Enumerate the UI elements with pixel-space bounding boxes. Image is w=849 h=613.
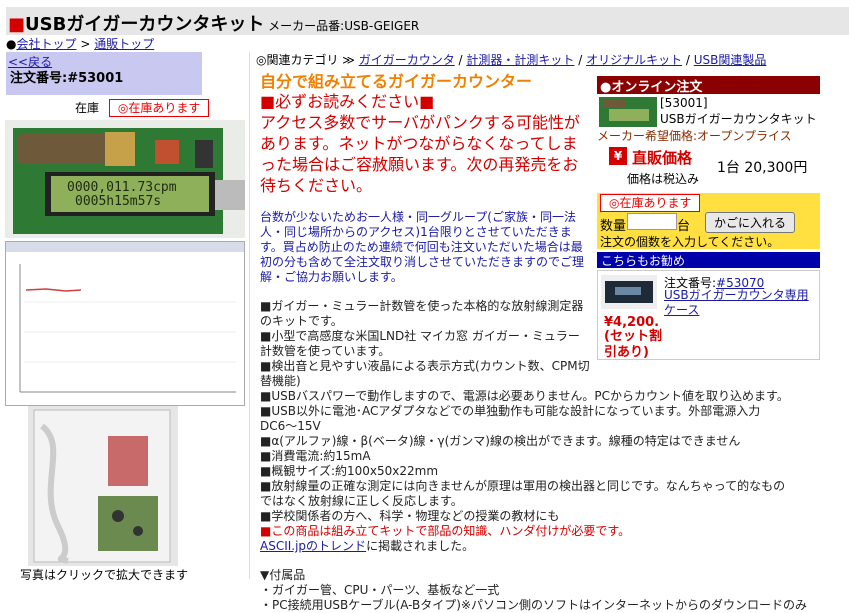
feature-item: ■ガイガー・ミュラー計数管を使った本格的な放射線測定器のキットです。 <box>260 299 584 328</box>
order-stock-badge: ◎在庫あります <box>600 194 701 212</box>
related-categories: ◎関連カテゴリ ≫ ガイガーカウンタ / 計測器・計測キット / オリジナルキッ… <box>256 51 766 68</box>
maker-price: メーカー希望価格:オープンプライス <box>597 129 792 143</box>
lcd-line-1: 0000,011.73cpm <box>67 180 177 195</box>
breadcrumb-sep: > <box>76 37 95 51</box>
quantity-unit: 台 <box>677 219 691 234</box>
server-notice: アクセス多数でサーバがパンクする可能性があります。ネットがつながらなくなってしま… <box>260 113 580 195</box>
kit-bag-image <box>28 406 178 566</box>
cart-box: ◎在庫あります 数量 台 かごに入れる 注文の個数を入力してください。 <box>597 193 820 249</box>
tax-note: 価格は税込み <box>627 172 700 186</box>
feature-item: ■USBバスパワーで動作しますので、電源は必要ありません。PCからカウント値を取… <box>260 389 789 403</box>
feature-item: ■消費電流:約15mA <box>260 449 371 463</box>
ascii-trend-link[interactable]: ASCII.jpのトレンド <box>260 539 366 553</box>
photo-caption: 写真はクリックで拡大できます <box>20 568 189 582</box>
yen-icon: ¥ <box>609 147 627 165</box>
ascii-mention: ASCII.jpのトレンドに掲載されました。 <box>260 539 790 554</box>
stock-label: 在庫 <box>75 101 100 115</box>
title-square-icon: ■ <box>8 14 26 35</box>
shop-top-link[interactable]: 通販トップ <box>94 37 154 51</box>
column-divider <box>249 52 250 579</box>
quantity-input[interactable] <box>627 213 677 230</box>
order-thumbnail[interactable] <box>599 97 657 127</box>
must-read: ■必ずお読みください■ <box>260 92 435 111</box>
feature-item: ■放射線量の正確な測定には向きませんが原理は軍用の検出器と同じです。なんちゃって… <box>260 479 786 508</box>
direct-price-label: 直販価格 <box>632 149 693 167</box>
category-measuring[interactable]: 計測器・計測キット <box>466 53 574 67</box>
feature-item: ■USB以外に電池･ACアダプタなどでの単独動作も可能な設計になっています。外部… <box>260 404 761 433</box>
order-product-name: USBガイガーカウンタキット <box>660 112 817 126</box>
case-thumbnail[interactable] <box>601 275 657 309</box>
cat-sep: / <box>454 53 467 67</box>
quantity-label: 数量 <box>600 219 627 234</box>
recommend-header: こちらもお勧め <box>597 252 820 268</box>
rec-set-note: (セット割引あり) <box>604 329 662 360</box>
quantity-hint: 注文の個数を入力してください。 <box>600 235 780 249</box>
accessory-item: ・PC接続用USBケーブル(A-Bタイプ)※パソコン側のソフトはインターネットか… <box>260 598 808 612</box>
feature-item: ■概観サイズ:約100x50x22mm <box>260 464 439 478</box>
recommend-title: こちらもお勧め <box>601 254 686 268</box>
lcd-line-2: 0005h15m57s <box>75 194 162 209</box>
rec-product-link[interactable]: USBガイガーカウンタ専用ケース <box>664 288 814 318</box>
unit-price: 1台 20,300円 <box>717 160 808 176</box>
ascii-rest: に掲載されました。 <box>366 539 475 553</box>
photo-board-image <box>5 120 245 238</box>
company-top-link[interactable]: 会社トップ <box>16 37 76 51</box>
feature-item: ■検出音と見やすい液晶による表示方式(カウント数、CPM切替機能) <box>260 359 590 388</box>
graph-screenshot-image <box>6 242 244 405</box>
order-number: 注文番号:#53001 <box>10 71 124 86</box>
accessory-item: ・ガイガー管、CPU・パーツ、基板など一式 <box>260 583 500 597</box>
product-description: 自分で組み立てるガイガーカウンター ■必ずお読みください■ アクセス多数でサーバ… <box>260 72 807 613</box>
stock-row: 在庫 ◎在庫あります <box>75 99 210 117</box>
back-box: <<戻る 注文番号:#53001 <box>6 52 202 95</box>
recommend-panel: 注文番号:#53070 USBガイガーカウンタ専用ケース ¥4,200. (セッ… <box>597 270 820 360</box>
feature-item: ■学校関係者の方へ、科学・物理などの授業の教材にも <box>260 509 560 523</box>
maker-code: メーカー品番:USB-GEIGER <box>268 19 420 33</box>
kit-warning: ■この商品は組み立てキットで部品の知識、ハンダ付けが必要です。 <box>260 524 631 538</box>
headline: 自分で組み立てるガイガーカウンター <box>260 72 533 91</box>
page-header: ■USBガイガーカウンタキット メーカー品番:USB-GEIGER <box>6 7 849 35</box>
purchase-limit-notice: 台数が少ないためお一人様・同一グループ(ご家族・同一法人・同じ場所からのアクセス… <box>260 210 585 284</box>
product-photo[interactable]: 0000,011.73cpm 0005h15m57s <box>5 120 245 238</box>
rec-price: ¥4,200. <box>604 315 660 330</box>
category-original-kit[interactable]: オリジナルキット <box>586 53 682 67</box>
add-to-cart-button[interactable]: かごに入れる <box>705 212 796 233</box>
product-title: USBガイガーカウンタキット <box>25 14 265 35</box>
kit-parts-photo[interactable] <box>28 406 178 566</box>
breadcrumb: ●会社トップ > 通販トップ <box>6 35 154 52</box>
feature-item: ■小型で高感度な米国LND社 マイカ窓 ガイガー・ミュラー計数管を使っています。 <box>260 329 580 358</box>
cat-sep: / <box>682 53 694 67</box>
order-code: [53001] <box>660 96 708 110</box>
software-screenshot[interactable] <box>5 241 245 406</box>
order-panel: [53001] USBガイガーカウンタキット メーカー希望価格:オープンプライス… <box>597 95 820 194</box>
online-order-header: ●オンライン注文 <box>597 76 820 95</box>
bullet-icon: ● <box>6 37 17 51</box>
category-usb[interactable]: USB関連製品 <box>694 53 767 67</box>
online-order-title: ●オンライン注文 <box>600 80 703 95</box>
accessories-title: ▼付属品 <box>260 568 306 582</box>
category-geiger[interactable]: ガイガーカウンタ <box>359 53 455 67</box>
feature-item: ■α(アルファ)線・β(ベータ)線・γ(ガンマ)線の検出ができます。線種の特定は… <box>260 434 741 448</box>
stock-badge: ◎在庫あります <box>108 99 210 117</box>
categories-label: ◎関連カテゴリ ≫ <box>256 53 355 67</box>
cat-sep: / <box>574 53 587 67</box>
